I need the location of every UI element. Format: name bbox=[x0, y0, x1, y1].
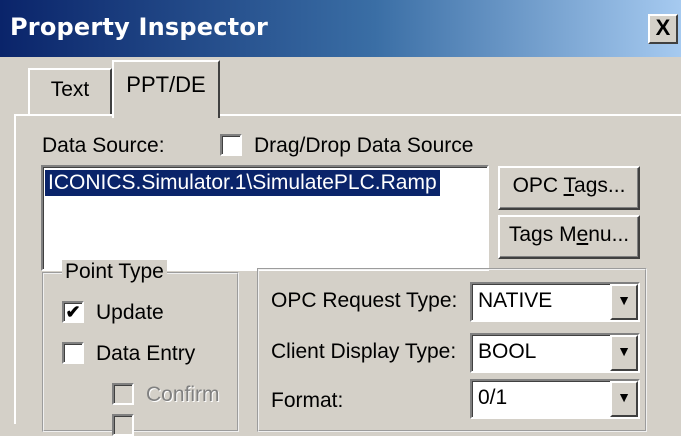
client-display-type-label: Client Display Type: bbox=[271, 340, 457, 363]
dragdrop-label: Drag/Drop Data Source bbox=[254, 134, 474, 157]
opc-tags-label-a: OPC bbox=[512, 174, 564, 197]
update-checkbox[interactable]: ✔ bbox=[62, 301, 84, 323]
chevron-down-icon[interactable]: ▼ bbox=[610, 284, 638, 320]
update-label: Update bbox=[96, 301, 164, 324]
tab-text[interactable]: Text bbox=[28, 68, 112, 116]
window-title: Property Inspector bbox=[10, 13, 269, 41]
format-value: 0/1 bbox=[478, 386, 508, 409]
tags-menu-label-b: e bbox=[576, 223, 589, 246]
tags-menu-label-c: nu... bbox=[588, 223, 630, 246]
close-icon: X bbox=[655, 15, 671, 40]
data-entry-label: Data Entry bbox=[96, 342, 196, 365]
dragdrop-checkbox[interactable] bbox=[220, 134, 242, 156]
data-source-field[interactable]: ICONICS.Simulator.1\SimulatePLC.Ramp bbox=[41, 165, 489, 271]
tab-ppt-de[interactable]: PPT/DE bbox=[112, 60, 220, 118]
opc-request-type-select[interactable]: NATIVE ▼ bbox=[470, 282, 640, 322]
data-source-label: Data Source: bbox=[42, 134, 165, 157]
data-source-value[interactable]: ICONICS.Simulator.1\SimulatePLC.Ramp bbox=[45, 170, 440, 196]
next-checkbox-partial[interactable] bbox=[112, 414, 134, 436]
opc-request-type-label: OPC Request Type: bbox=[271, 289, 458, 312]
client-display-type-select[interactable]: BOOL ▼ bbox=[470, 333, 640, 373]
confirm-checkbox[interactable] bbox=[112, 383, 134, 405]
opc-tags-button[interactable]: OPC Tags... bbox=[498, 166, 640, 210]
tab-ppt-de-label: PPT/DE bbox=[126, 72, 206, 97]
tags-menu-button[interactable]: Tags Menu... bbox=[498, 215, 640, 259]
point-type-legend: Point Type bbox=[62, 260, 167, 284]
format-select[interactable]: 0/1 ▼ bbox=[470, 379, 640, 419]
chevron-down-icon[interactable]: ▼ bbox=[610, 335, 638, 371]
client-display-type-value: BOOL bbox=[478, 340, 537, 363]
checkmark-icon: ✔ bbox=[65, 302, 81, 322]
data-entry-checkbox[interactable] bbox=[62, 342, 84, 364]
chevron-down-icon[interactable]: ▼ bbox=[610, 381, 638, 417]
opc-request-type-value: NATIVE bbox=[478, 289, 553, 312]
confirm-label: Confirm bbox=[146, 383, 220, 406]
tab-text-label: Text bbox=[50, 78, 90, 101]
tags-menu-label-a: Tags M bbox=[508, 223, 577, 246]
opc-tags-label-c: ags... bbox=[574, 174, 626, 197]
format-label: Format: bbox=[271, 389, 344, 412]
close-button[interactable]: X bbox=[648, 14, 678, 44]
opc-tags-label-b: T bbox=[563, 174, 575, 197]
title-bar[interactable]: Property Inspector X bbox=[0, 0, 681, 57]
